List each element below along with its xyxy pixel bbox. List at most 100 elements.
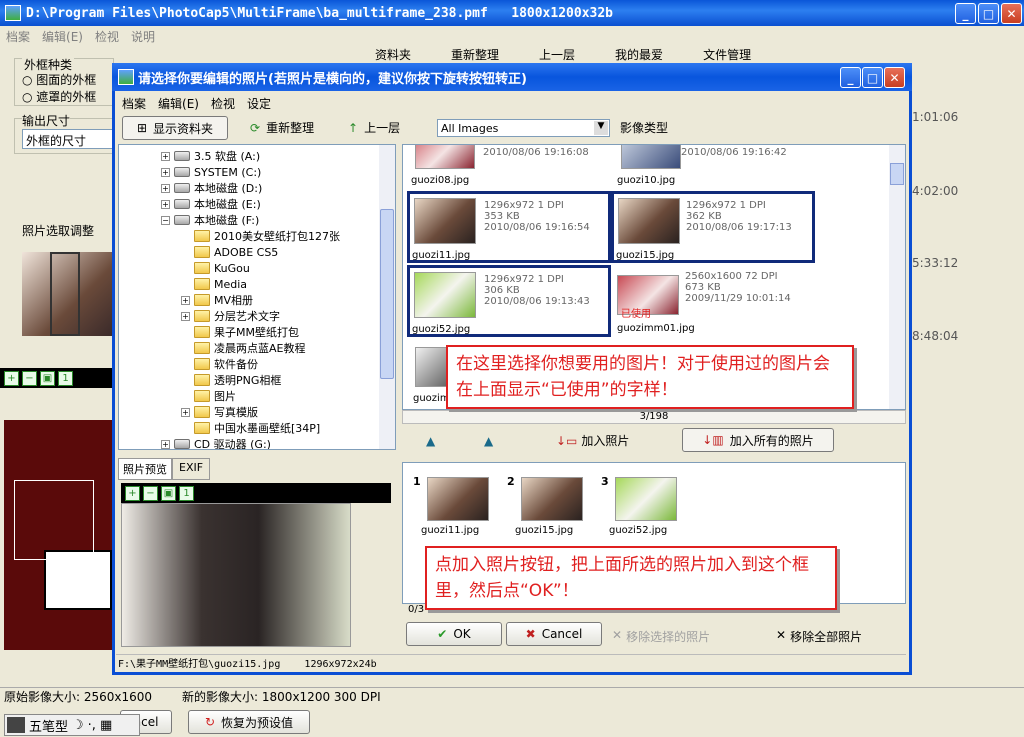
thumbnail-item[interactable]: 已使用 2560x1600 72 DPI 673 KB 2009/11/29 10… <box>611 265 815 337</box>
bg-time: 8:48:04 <box>912 329 959 343</box>
keyboard-icon[interactable]: ▦ <box>100 718 112 733</box>
tree-item[interactable]: 软件备份 <box>181 356 258 372</box>
dialog-minimize-button[interactable]: _ <box>840 67 861 88</box>
tree-item[interactable]: 透明PNG相框 <box>181 372 281 388</box>
preview-photo <box>121 503 351 647</box>
photo-adjust-preview[interactable] <box>22 252 112 336</box>
zoom-out-icon[interactable]: − <box>22 370 37 386</box>
folder-icon <box>194 294 210 306</box>
crop-box[interactable] <box>50 252 80 336</box>
thumbnail-item[interactable]: 2010/08/06 19:16:42 guozi10.jpg <box>611 145 815 189</box>
actual-size-icon[interactable]: 1 <box>58 370 73 386</box>
minimize-button[interactable]: _ <box>955 3 976 24</box>
selected-filename: guozi15.jpg <box>515 525 574 536</box>
ime-bar[interactable]: 五笔型 ☽ ·, ▦ <box>4 714 140 736</box>
expand-icon[interactable]: + <box>161 183 170 193</box>
expand-icon[interactable]: + <box>181 295 190 305</box>
callout-select-tip: 在这里选择你想要用的图片！对于使用过的图片会在上面显示“已使用”的字样！ <box>446 345 854 409</box>
rotate-left-icon[interactable]: ▲ <box>426 434 435 448</box>
thumbnail-item-selected[interactable]: 1296x972 1 DPI 362 KB 2010/08/06 19:17:1… <box>611 191 815 263</box>
radio-mask-frame[interactable]: ○ 遮罩的外框 <box>22 88 96 105</box>
menu-help[interactable]: 说明 <box>131 28 155 45</box>
remove-all-button[interactable]: ✕ 移除全部照片 <box>776 628 862 645</box>
tree-scroll-thumb[interactable] <box>380 209 394 379</box>
rotate-right-icon[interactable]: ▲ <box>484 434 493 448</box>
remove-selected-button[interactable]: ✕ 移除选择的照片 <box>612 628 710 645</box>
thumb-scroll-thumb[interactable] <box>890 163 904 185</box>
tree-item[interactable]: Media <box>181 276 247 292</box>
tree-scrollbar[interactable] <box>379 145 395 449</box>
expand-icon[interactable]: + <box>161 151 170 161</box>
fit-icon[interactable]: ▣ <box>40 370 55 386</box>
tree-item[interactable]: + MV相册 <box>181 292 253 308</box>
tree-item[interactable]: + SYSTEM (C:) <box>161 164 261 180</box>
refresh-button[interactable]: ⟳ 重新整理 <box>250 119 314 136</box>
tree-item[interactable]: + 本地磁盘 (E:) <box>161 196 261 212</box>
tree-item[interactable]: 中国水墨画壁纸[34P] <box>181 420 320 436</box>
expand-icon[interactable]: + <box>161 439 170 449</box>
thumb-scrollbar[interactable] <box>889 145 905 409</box>
cancel-button[interactable]: ✖ Cancel <box>506 622 602 646</box>
dialog-maximize-button[interactable]: □ <box>862 67 883 88</box>
selected-photo-item[interactable]: 3 guozi52.jpg <box>599 473 685 541</box>
tree-item[interactable]: − 本地磁盘 (F:) <box>161 212 259 228</box>
thumbnail-item-selected[interactable]: 1296x972 1 DPI 306 KB 2010/08/06 19:13:4… <box>407 265 611 337</box>
expand-icon[interactable]: + <box>181 407 190 417</box>
tree-item[interactable]: 2010美女壁纸打包127张 <box>181 228 340 244</box>
thumbnail-item[interactable]: 2010/08/06 19:16:08 guozi08.jpg <box>405 145 609 189</box>
tab-photo-preview[interactable]: 照片预览 <box>118 458 172 480</box>
image-type-select[interactable]: All Images ▼ <box>437 119 610 137</box>
tree-item[interactable]: 果子MM壁纸打包 <box>181 324 299 340</box>
tree-item[interactable]: 凌晨两点蓝AE教程 <box>181 340 305 356</box>
expand-icon[interactable]: + <box>161 199 170 209</box>
tab-exif[interactable]: EXIF <box>172 458 211 480</box>
actual-size-icon[interactable]: 1 <box>179 485 194 501</box>
tree-item[interactable]: ADOBE CS5 <box>181 244 278 260</box>
dialog-close-button[interactable]: ✕ <box>884 67 905 88</box>
app-title-bar: D:\Program Files\PhotoCap5\MultiFrame\ba… <box>0 0 1024 26</box>
add-photo-button[interactable]: ↓▭ 加入照片 <box>556 432 629 449</box>
maximize-button[interactable]: □ <box>978 3 999 24</box>
up-level-button[interactable]: ↑ 上一层 <box>348 119 400 136</box>
chevron-down-icon[interactable]: ▼ <box>594 121 608 135</box>
folder-icon <box>194 358 210 370</box>
tree-item[interactable]: KuGou <box>181 260 250 276</box>
expand-icon[interactable]: + <box>161 167 170 177</box>
tree-item[interactable]: + 分层艺术文字 <box>181 308 280 324</box>
punct-icon[interactable]: ·, <box>88 718 96 733</box>
menu-file[interactable]: 档案 <box>6 28 30 45</box>
tree-item[interactable]: +3.5 软盘 (A:) <box>161 148 260 164</box>
close-button[interactable]: ✕ <box>1001 3 1022 24</box>
tree-item[interactable]: 图片 <box>181 388 236 404</box>
dialog-menu-file[interactable]: 档案 <box>122 95 146 112</box>
menu-view[interactable]: 检视 <box>95 28 119 45</box>
moon-icon[interactable]: ☽ <box>72 718 84 733</box>
zoom-in-icon[interactable]: + <box>4 370 19 386</box>
show-folder-button[interactable]: ⊞ 显示资料夹 <box>122 116 228 140</box>
output-size-select[interactable]: 外框的尺寸 <box>22 129 114 149</box>
tree-item[interactable]: + CD 驱动器 (G:) <box>161 436 271 449</box>
expand-icon[interactable]: + <box>181 311 190 321</box>
photo-adjust-label: 照片选取调整 <box>22 224 95 238</box>
fit-icon[interactable]: ▣ <box>161 485 176 501</box>
selected-photo-item[interactable]: 2 guozi15.jpg <box>505 473 591 541</box>
menu-edit[interactable]: 编辑(E) <box>42 28 83 45</box>
thumbnail-item-selected[interactable]: 1296x972 1 DPI 353 KB 2010/08/06 19:16:5… <box>407 191 611 263</box>
tree-item-label: 本地磁盘 (E:) <box>194 198 261 211</box>
radio-image-frame[interactable]: ○ 图面的外框 <box>22 71 96 88</box>
dialog-menu-settings[interactable]: 设定 <box>247 95 271 112</box>
zoom-in-icon[interactable]: + <box>125 485 140 501</box>
tree-item[interactable]: + 本地磁盘 (D:) <box>161 180 262 196</box>
dialog-menu-view[interactable]: 检视 <box>211 95 235 112</box>
folder-icon <box>194 342 210 354</box>
drive-icon <box>174 199 190 209</box>
tree-item-label: KuGou <box>214 261 250 275</box>
zoom-out-icon[interactable]: − <box>143 485 158 501</box>
ok-button[interactable]: ✔ OK <box>406 622 502 646</box>
selected-photo-item[interactable]: 1 guozi11.jpg <box>411 473 497 541</box>
tree-item[interactable]: + 写真模版 <box>181 404 258 420</box>
expand-icon[interactable]: − <box>161 215 170 225</box>
reset-defaults-button[interactable]: ↻ 恢复为预设值 <box>188 710 310 734</box>
dialog-menu-edit[interactable]: 编辑(E) <box>158 95 199 112</box>
add-all-photos-button[interactable]: ↓▥ 加入所有的照片 <box>682 428 834 452</box>
